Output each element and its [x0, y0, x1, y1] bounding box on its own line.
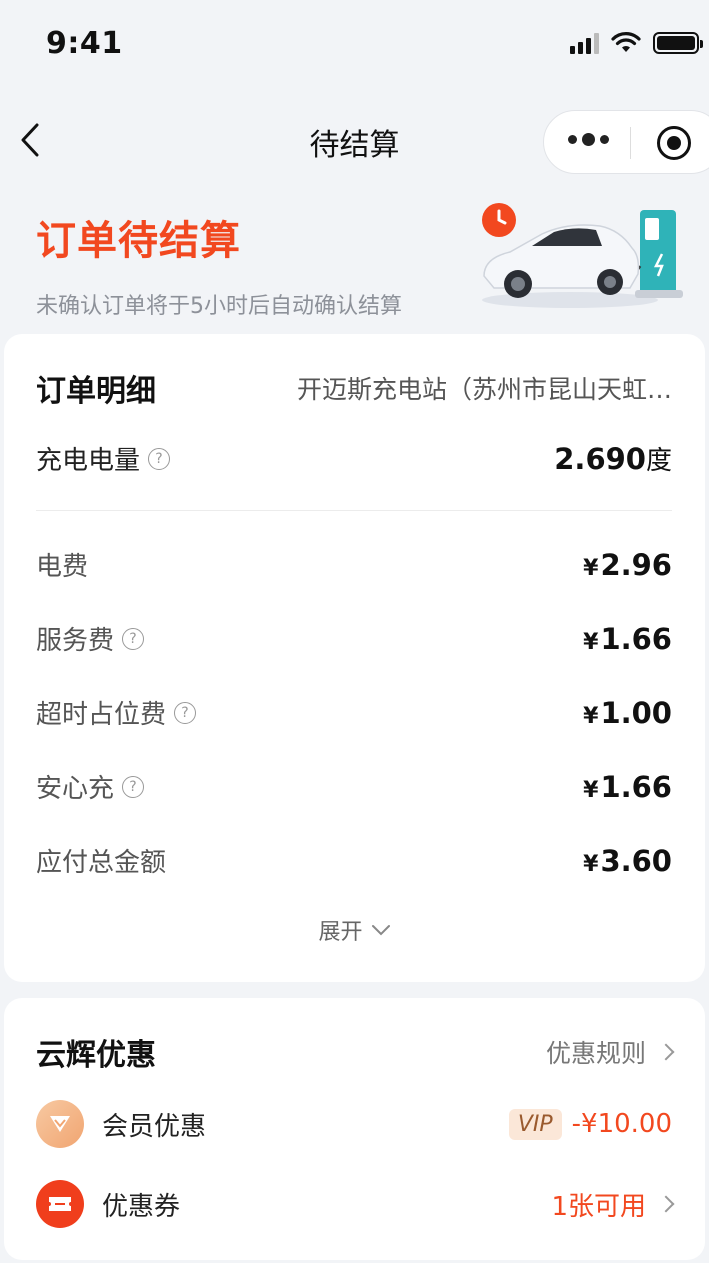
- hero-section: 订单待结算 未确认订单将于5小时后自动确认结算: [36, 208, 402, 320]
- discount-header: 云辉优惠 优惠规则: [36, 1030, 675, 1074]
- fee-value-group: ¥3.60: [583, 844, 672, 878]
- fee-value-group: ¥1.66: [583, 622, 672, 656]
- fee-row-electricity: 电费 ¥2.96: [36, 546, 672, 583]
- fee-value: 1.00: [600, 695, 672, 730]
- fee-row-total: 应付总金额 ¥3.60: [36, 842, 672, 879]
- member-discount-label-group: 会员优惠: [36, 1100, 206, 1148]
- charge-value: 2.690: [554, 442, 646, 476]
- charge-unit: 度: [645, 446, 672, 476]
- currency-symbol: ¥: [583, 777, 599, 803]
- fee-label-group: 超时占位费 ?: [36, 694, 197, 731]
- order-detail-heading: 订单明细: [36, 374, 156, 409]
- status-icons: [570, 32, 703, 54]
- fee-label-group: 服务费 ?: [36, 620, 145, 657]
- mini-program-capsule: [543, 110, 709, 174]
- fee-label: 超时占位费: [36, 700, 167, 730]
- discount-heading: 云辉优惠: [36, 1038, 156, 1073]
- battery-icon: [653, 32, 703, 54]
- fee-label: 应付总金额: [36, 848, 167, 878]
- help-icon[interactable]: ?: [122, 627, 145, 650]
- fee-label: 电费: [36, 552, 89, 582]
- fee-value: 3.60: [600, 843, 672, 878]
- wifi-icon: [611, 32, 641, 52]
- coupon-label-group: 优惠券: [36, 1180, 180, 1228]
- order-detail-card: 订单明细 开迈斯充电站（苏州市昆山天虹… 充电电量 ? 2.690度 电费 ¥2…: [4, 334, 705, 982]
- cellular-signal-icon: [570, 32, 599, 54]
- coupon-label: 优惠券: [102, 1191, 181, 1222]
- fee-row-insurance: 安心充 ? ¥1.66: [36, 768, 672, 805]
- currency-symbol: ¥: [583, 555, 599, 581]
- member-discount-label: 会员优惠: [102, 1111, 207, 1142]
- order-detail-header: 订单明细 开迈斯充电站（苏州市昆山天虹…: [36, 366, 672, 410]
- close-miniprogram-button[interactable]: [657, 126, 691, 160]
- chevron-right-icon: [657, 1043, 675, 1061]
- help-icon[interactable]: ?: [122, 775, 145, 798]
- vip-diamond-icon: [36, 1100, 84, 1148]
- charge-label: 充电电量: [36, 446, 141, 476]
- expand-button[interactable]: 展开: [4, 914, 705, 946]
- fee-row-service: 服务费 ? ¥1.66: [36, 620, 672, 657]
- coupon-icon: [36, 1180, 84, 1228]
- fee-value: 1.66: [600, 621, 672, 656]
- help-icon[interactable]: ?: [148, 447, 171, 470]
- charge-amount-row: 充电电量 ? 2.690度: [36, 440, 672, 477]
- fee-row-overtime: 超时占位费 ? ¥1.00: [36, 694, 672, 731]
- divider: [36, 510, 672, 511]
- fee-label-group: 安心充 ?: [36, 768, 145, 805]
- fee-value: 2.96: [600, 547, 672, 582]
- discount-card: 云辉优惠 优惠规则 会员优惠 VIP -¥10.00 优惠券 1张可用: [4, 998, 705, 1260]
- hero-subtitle: 未确认订单将于5小时后自动确认结算: [36, 294, 402, 319]
- fee-value-group: ¥2.96: [583, 548, 672, 582]
- coupon-row[interactable]: 优惠券 1张可用: [36, 1180, 675, 1228]
- fee-label: 服务费: [36, 626, 115, 656]
- discount-rules-link[interactable]: 优惠规则: [545, 1034, 675, 1070]
- navigation-bar: 待结算: [0, 100, 709, 180]
- currency-symbol: ¥: [583, 703, 599, 729]
- fee-label: 安心充: [36, 774, 115, 804]
- status-time: 9:41: [46, 26, 123, 61]
- help-icon[interactable]: ?: [174, 701, 197, 724]
- fee-value: 1.66: [600, 769, 672, 804]
- currency-symbol: ¥: [583, 851, 599, 877]
- charge-label-group: 充电电量 ?: [36, 440, 171, 477]
- fee-value-group: ¥1.66: [583, 770, 672, 804]
- member-discount-amount: -¥10.00: [571, 1109, 672, 1139]
- currency-symbol: ¥: [583, 629, 599, 655]
- chevron-right-icon: [657, 1195, 675, 1213]
- chevron-down-icon: [371, 925, 390, 936]
- ev-charging-illustration: [482, 203, 683, 308]
- capsule-divider: [630, 127, 631, 159]
- more-button[interactable]: [568, 133, 609, 146]
- status-bar: 9:41: [0, 0, 709, 90]
- member-discount-value-group: VIP -¥10.00: [508, 1108, 672, 1140]
- fee-value-group: ¥1.00: [583, 696, 672, 730]
- vip-badge: VIP: [508, 1108, 562, 1140]
- coupon-available: 1张可用: [551, 1191, 646, 1222]
- station-name: 开迈斯充电站（苏州市昆山天虹…: [296, 375, 672, 404]
- discount-rules-label: 优惠规则: [545, 1039, 646, 1068]
- member-discount-row[interactable]: 会员优惠 VIP -¥10.00: [36, 1100, 672, 1148]
- charge-value-group: 2.690度: [554, 440, 672, 477]
- hero-title: 订单待结算: [36, 218, 241, 264]
- expand-label: 展开: [318, 920, 363, 945]
- coupon-available-group: 1张可用: [551, 1186, 675, 1223]
